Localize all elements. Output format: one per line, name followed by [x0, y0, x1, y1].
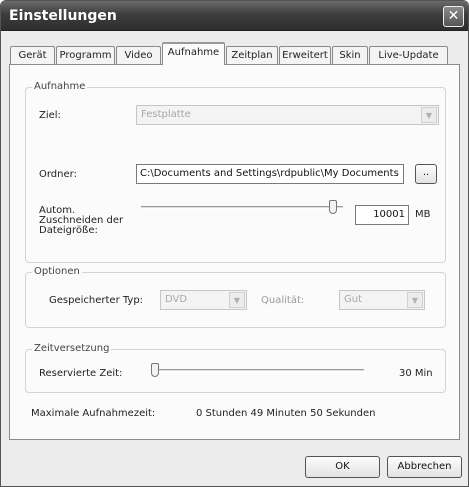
reserved-time-slider-track[interactable] — [152, 369, 364, 372]
tab-label: Gerät — [18, 50, 47, 61]
chevron-down-icon: ▼ — [407, 292, 423, 308]
settings-dialog: Einstellungen ✕ Gerät Programm Video Auf… — [0, 0, 469, 487]
qualitaet-select[interactable]: Gut ▼ — [339, 290, 425, 310]
ok-button[interactable]: OK — [305, 456, 380, 478]
truncate-slider-track[interactable] — [141, 206, 343, 209]
truncate-label-line3: Dateigröße: — [39, 225, 98, 236]
max-time-label: Maximale Aufnahmezeit: — [31, 408, 156, 419]
browse-button[interactable]: .. — [415, 164, 437, 184]
tab-live-update[interactable]: Live-Update — [369, 46, 448, 65]
typ-select[interactable]: DVD ▼ — [160, 290, 247, 310]
close-button[interactable]: ✕ — [443, 6, 464, 27]
typ-value: DVD — [165, 294, 188, 305]
cancel-button[interactable]: Abbrechen — [387, 456, 462, 478]
chevron-down-icon: ▼ — [229, 292, 245, 308]
chevron-down-icon: ▼ — [421, 107, 437, 123]
reserved-time-label: Reservierte Zeit: — [39, 368, 123, 379]
ziel-select[interactable]: Festplatte ▼ — [136, 105, 439, 125]
cancel-label: Abbrechen — [397, 461, 452, 472]
tab-label: Live-Update — [378, 50, 439, 61]
max-time-value: 0 Stunden 49 Minuten 50 Sekunden — [196, 408, 376, 419]
tab-skin[interactable]: Skin — [332, 46, 368, 65]
reserved-time-value: 30 Min — [399, 368, 433, 379]
truncate-value-field[interactable]: 10001 — [355, 205, 409, 225]
tab-label: Skin — [339, 50, 361, 61]
tab-zeitplan[interactable]: Zeitplan — [226, 46, 278, 65]
tab-aufnahme[interactable]: Aufnahme — [162, 42, 225, 65]
browse-label: .. — [422, 167, 430, 178]
tab-label: Video — [124, 50, 153, 61]
truncate-slider-thumb[interactable] — [329, 200, 337, 214]
title-bar[interactable]: Einstellungen ✕ — [1, 1, 468, 31]
tab-label: Programm — [59, 50, 112, 61]
truncate-unit: MB — [415, 209, 431, 220]
tab-label: Erweitert — [282, 50, 328, 61]
tab-erweitert[interactable]: Erweitert — [279, 46, 331, 65]
ordner-label: Ordner: — [39, 169, 77, 180]
aufnahme-group-label: Aufnahme — [32, 81, 88, 92]
ok-label: OK — [335, 461, 350, 472]
zeitversetzung-group-label: Zeitversetzung — [32, 343, 112, 354]
tab-geraet[interactable]: Gerät — [10, 46, 55, 65]
reserved-time-slider-thumb[interactable] — [151, 363, 159, 377]
qualitaet-label: Qualität: — [261, 295, 305, 306]
close-icon: ✕ — [447, 8, 460, 24]
tab-panel-aufnahme: Aufnahme Ziel: Festplatte ▼ Ordner: C:\D… — [9, 64, 460, 440]
qualitaet-value: Gut — [344, 294, 363, 305]
optionen-group-label: Optionen — [32, 266, 82, 277]
ordner-field[interactable]: C:\Documents and Settings\rdpublic\My Do… — [136, 164, 404, 184]
tab-label: Aufnahme — [167, 47, 220, 58]
ziel-value: Festplatte — [141, 109, 191, 120]
tab-label: Zeitplan — [231, 50, 273, 61]
tab-programm[interactable]: Programm — [56, 46, 115, 65]
typ-label: Gespeicherter Typ: — [49, 295, 144, 306]
tab-video[interactable]: Video — [116, 46, 161, 65]
ziel-label: Ziel: — [39, 110, 61, 121]
window-title: Einstellungen — [9, 8, 117, 24]
